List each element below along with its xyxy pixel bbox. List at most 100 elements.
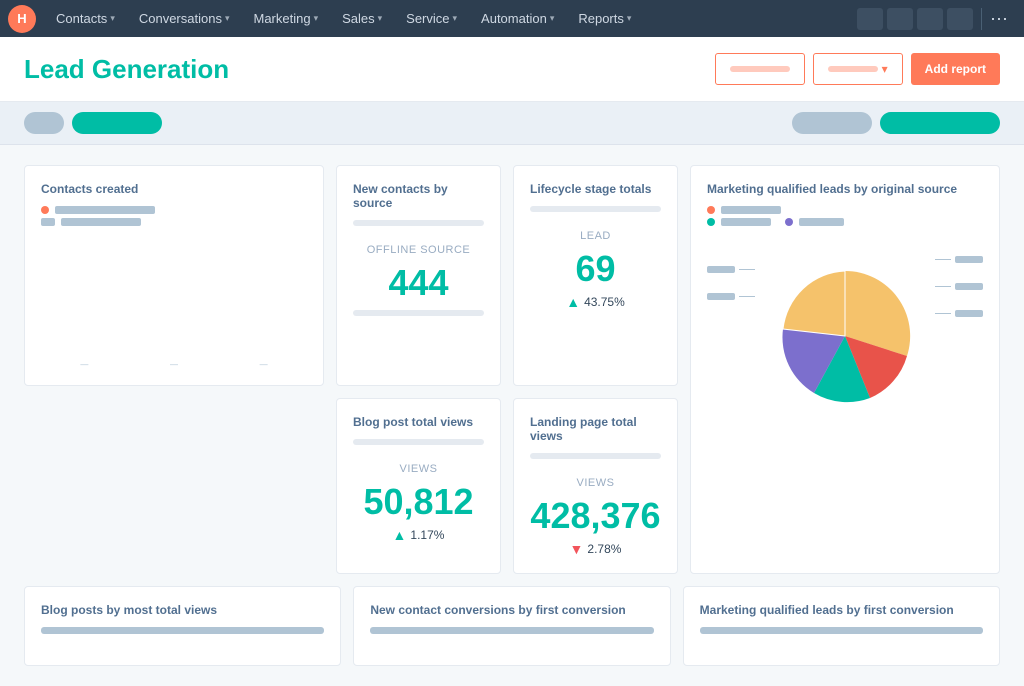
mql-bar-1 (721, 206, 781, 214)
page-title: Lead Generation (24, 54, 229, 85)
contacts-created-card: Contacts created — — — (24, 165, 324, 386)
bar-chart (41, 238, 307, 358)
nav-help-icon[interactable] (887, 8, 913, 30)
pie-labels-left (707, 266, 755, 300)
contacts-created-title: Contacts created (41, 182, 307, 196)
filter-pill-2 (72, 112, 162, 134)
blog-number: 50,812 (353, 481, 484, 523)
bottom-card-3: Marketing qualified leads by first conve… (683, 586, 1000, 666)
nav-settings-icon[interactable] (917, 8, 943, 30)
chevron-down-icon: ▾ (550, 13, 555, 24)
nav-marketing[interactable]: Marketing ▾ (243, 0, 328, 37)
mql-bar-3 (799, 218, 844, 226)
header-actions: ▾ Add report (715, 53, 1000, 85)
landing-bar (530, 453, 661, 459)
landing-number: 428,376 (530, 495, 661, 537)
nav-contacts[interactable]: Contacts ▾ (46, 0, 125, 37)
mql-legend-row-2 (707, 218, 983, 226)
legend-bar-1 (55, 206, 155, 214)
filter-pill-1 (24, 112, 64, 134)
bottom-card-1: Blog posts by most total views (24, 586, 341, 666)
legend-bar-2 (61, 218, 141, 226)
mql-legend-row-1 (707, 206, 983, 214)
navbar: H Contacts ▾ Conversations ▾ Marketing ▾… (0, 0, 1024, 37)
new-contacts-number: 444 (353, 262, 484, 304)
nav-divider (981, 8, 982, 30)
nav-sales[interactable]: Sales ▾ (332, 0, 392, 37)
legend-dot-red (41, 206, 49, 214)
source-label: OFFLINE SOURCE (353, 244, 484, 256)
arrow-up-icon: ▲ (566, 294, 580, 310)
bottom-bar-2 (370, 627, 653, 634)
pie-label-left-2 (707, 293, 755, 300)
add-report-button[interactable]: Add report (911, 53, 1000, 85)
lifecycle-bar (530, 206, 661, 212)
new-contacts-card: New contacts by source OFFLINE SOURCE 44… (336, 165, 501, 386)
lifecycle-change: ▲ 43.75% (530, 294, 661, 310)
main-content: Contacts created — — — New contacts by s… (0, 145, 1024, 686)
blog-bar (353, 439, 484, 445)
filter-pill-4 (880, 112, 1000, 134)
hubspot-logo[interactable]: H (8, 5, 36, 33)
nav-more-icon[interactable]: ⋯ (990, 10, 1008, 28)
chevron-down-icon: ▾ (314, 13, 319, 24)
new-contacts-title: New contacts by source (353, 182, 484, 210)
bottom-card-3-title: Marketing qualified leads by first conve… (700, 603, 983, 617)
pie-chart-svg (770, 261, 920, 411)
pie-label-left-1 (707, 266, 755, 273)
pie-label-right-3 (935, 310, 983, 317)
legend-square-2 (41, 218, 55, 226)
mql-legend (707, 206, 983, 226)
mql-dot-3 (785, 218, 793, 226)
blog-card: Blog post total views VIEWS 50,812 ▲ 1.1… (336, 398, 501, 574)
mql-bar-2 (721, 218, 771, 226)
dashboard-grid: Contacts created — — — New contacts by s… (24, 165, 1000, 574)
chevron-down-icon: ▾ (378, 13, 383, 24)
mql-dot-1 (707, 206, 715, 214)
nav-profile-icon[interactable] (947, 8, 973, 30)
bottom-grid: Blog posts by most total views New conta… (24, 586, 1000, 666)
x-axis-labels: — — — (41, 360, 307, 369)
pie-chart-container (707, 236, 983, 436)
pie-labels-right (935, 256, 983, 317)
filter-button[interactable]: ▾ (813, 53, 903, 85)
landing-title: Landing page total views (530, 415, 661, 443)
blog-change-value: 1.17% (410, 528, 444, 542)
new-contacts-sub-bar (353, 310, 484, 316)
pie-segment-light (783, 271, 845, 336)
new-contacts-bar (353, 220, 484, 226)
nav-service[interactable]: Service ▾ (396, 0, 467, 37)
bottom-bar-1 (41, 627, 324, 634)
lifecycle-stage-label: LEAD (530, 230, 661, 242)
filter-bar (0, 102, 1024, 145)
chevron-down-icon: ▾ (225, 13, 230, 24)
nav-search-icon[interactable] (857, 8, 883, 30)
lifecycle-number: 69 (530, 248, 661, 290)
chevron-down-icon: ▾ (627, 13, 632, 24)
bottom-card-1-title: Blog posts by most total views (41, 603, 324, 617)
nav-reports[interactable]: Reports ▾ (568, 0, 641, 37)
nav-right-icons: ⋯ (857, 8, 1008, 30)
lifecycle-card: Lifecycle stage totals LEAD 69 ▲ 43.75% (513, 165, 678, 386)
mql-title: Marketing qualified leads by original so… (707, 182, 983, 196)
filter-right (792, 112, 1000, 134)
nav-automation[interactable]: Automation ▾ (471, 0, 564, 37)
arrow-down-icon: ▼ (570, 541, 584, 557)
landing-card: Landing page total views VIEWS 428,376 ▼… (513, 398, 678, 574)
landing-views-label: VIEWS (530, 477, 661, 489)
nav-conversations[interactable]: Conversations ▾ (129, 0, 240, 37)
legend-row-2 (41, 218, 307, 226)
chevron-down-icon: ▾ (882, 62, 888, 76)
lifecycle-change-value: 43.75% (584, 295, 625, 309)
bottom-card-2-title: New contact conversions by first convers… (370, 603, 653, 617)
filter-left (24, 112, 162, 134)
blog-title: Blog post total views (353, 415, 484, 429)
landing-change: ▼ 2.78% (530, 541, 661, 557)
bottom-bar-3 (700, 627, 983, 634)
date-range-button[interactable] (715, 53, 805, 85)
arrow-up-icon: ▲ (393, 527, 407, 543)
pie-label-right-2 (935, 283, 983, 290)
mql-card: Marketing qualified leads by original so… (690, 165, 1000, 574)
chevron-down-icon: ▾ (110, 13, 115, 24)
page-header: Lead Generation ▾ Add report (0, 37, 1024, 102)
